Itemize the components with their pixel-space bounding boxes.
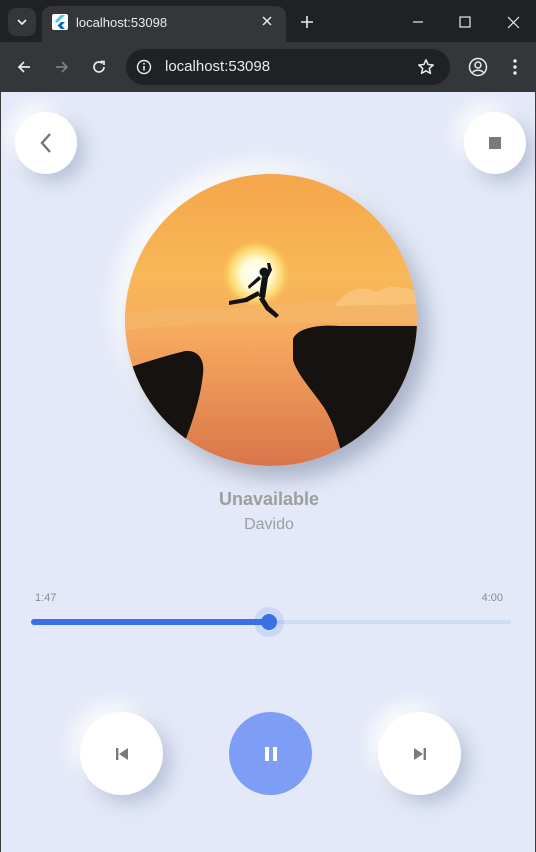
play-pause-button[interactable] <box>229 712 312 795</box>
next-button[interactable] <box>378 712 461 795</box>
stop-icon <box>489 137 501 149</box>
back-button[interactable] <box>15 112 77 174</box>
browser-tab-strip: localhost:53098 <box>0 0 536 42</box>
close-tab-icon[interactable] <box>258 12 276 30</box>
album-art <box>125 174 417 466</box>
elapsed-time: 1:47 <box>35 592 57 604</box>
arrow-right-icon <box>56 61 69 73</box>
profile-button[interactable] <box>465 54 491 80</box>
previous-button[interactable] <box>80 712 163 795</box>
seek-slider[interactable] <box>31 607 511 637</box>
close-icon <box>507 16 519 28</box>
browser-menu-button[interactable] <box>502 54 528 80</box>
browser-toolbar: localhost:53098 <box>0 42 536 92</box>
maximize-button[interactable] <box>450 8 480 36</box>
new-tab-button[interactable] <box>296 11 318 33</box>
skip-next-icon <box>413 747 426 760</box>
chevron-down-icon <box>17 19 27 26</box>
plus-icon <box>301 16 313 28</box>
song-artist: Davido <box>244 516 294 533</box>
seek-thumb[interactable] <box>260 614 277 630</box>
more-vertical-icon <box>513 59 517 75</box>
music-player-page: Unavailable Davido 1:47 4:00 <box>0 92 536 852</box>
reload-icon <box>93 60 105 73</box>
reload-button[interactable] <box>86 54 112 80</box>
minimize-button[interactable] <box>403 8 433 36</box>
stop-button[interactable] <box>464 112 526 174</box>
total-duration: 4:00 <box>481 592 503 604</box>
bookmark-star-icon[interactable] <box>416 57 436 77</box>
skip-previous-icon <box>115 747 128 760</box>
chevron-left-icon <box>40 133 51 153</box>
seek-track-progress <box>31 619 269 625</box>
url-text[interactable]: localhost:53098 <box>165 58 270 75</box>
maximize-icon <box>459 16 471 28</box>
site-info-icon[interactable] <box>134 57 154 77</box>
minimize-icon <box>413 21 423 23</box>
pause-icon <box>264 746 277 761</box>
song-title: Unavailable <box>218 489 320 509</box>
browser-tab[interactable]: localhost:53098 <box>42 6 286 42</box>
address-bar[interactable]: localhost:53098 <box>126 49 450 85</box>
arrow-left-icon <box>17 61 30 73</box>
tab-title: localhost:53098 <box>76 15 168 30</box>
browser-back-button[interactable] <box>11 54 37 80</box>
tab-search-button[interactable] <box>8 8 36 36</box>
close-window-button[interactable] <box>498 8 528 36</box>
browser-forward-button[interactable] <box>49 54 75 80</box>
flutter-favicon-icon <box>52 14 68 30</box>
account-icon <box>468 57 488 77</box>
